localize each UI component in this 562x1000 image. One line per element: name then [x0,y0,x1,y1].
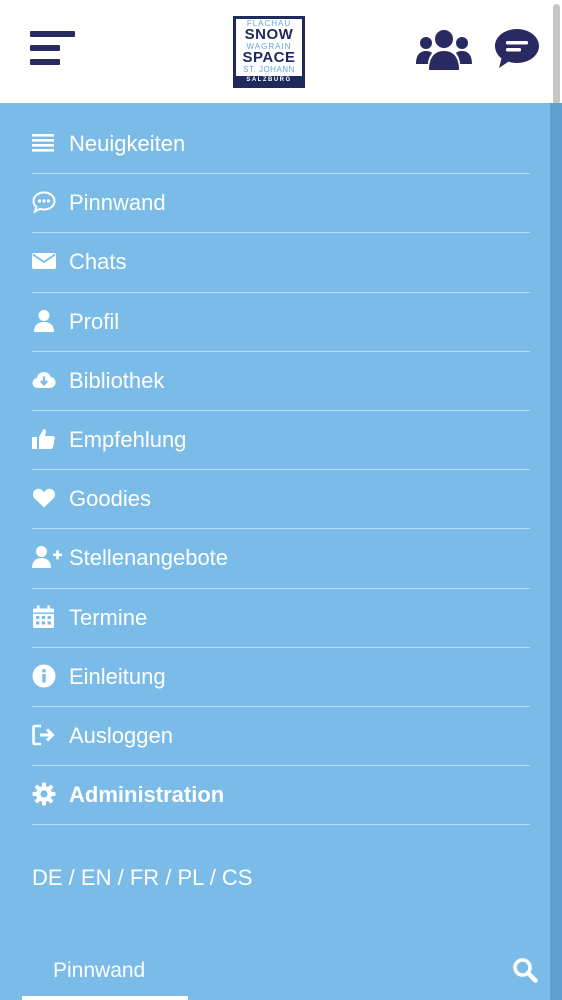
language-separator: / [203,865,222,890]
menu-item-bibliothek[interactable]: Bibliothek [32,352,530,411]
menu-item-label: Pinnwand [69,190,166,216]
menu-item-neuigkeiten[interactable]: Neuigkeiten [32,115,530,175]
language-separator: / [62,865,81,890]
menu-icon-line [30,59,60,65]
logo-line: SNOW [244,26,294,43]
menu-item-label: Einleitung [69,663,166,689]
logo-line: SALZBURG [236,76,302,85]
menu-item-label: Empfehlung [69,426,187,452]
users-icon[interactable] [416,28,472,70]
language-de[interactable]: DE [32,865,63,890]
language-cs[interactable]: CS [222,865,253,890]
envelope-icon [32,253,56,270]
menu-item-label: Bibliothek [69,367,165,393]
cloud-download-icon [32,371,56,388]
snow-space-logo[interactable]: FLACHAU SNOW WAGRAIN SPACE ST. JOHANN SA… [233,16,305,88]
menu-item-empfehlung[interactable]: Empfehlung [32,411,530,471]
scrollbar-track [550,103,562,1000]
menu-item-label: Ausloggen [69,722,173,748]
side-menu: Neuigkeiten Pinnwand Chats Profil Biblio… [32,115,530,826]
scrollbar-thumb[interactable] [553,4,560,104]
heart-icon [33,488,55,508]
language-switcher: DE / EN / FR / PL / CS [32,865,252,891]
menu-item-stellenangebote[interactable]: Stellenangebote [32,529,530,589]
menu-item-label: Neuigkeiten [69,131,186,156]
user-icon [34,309,54,332]
chat-icon[interactable] [494,28,540,70]
menu-item-chats[interactable]: Chats [32,233,530,293]
comment-dots-icon [32,191,56,214]
language-fr[interactable]: FR [130,865,159,890]
logo-line: ST. JOHANN [243,65,295,74]
menu-item-pinnwand[interactable]: Pinnwand [32,174,530,234]
menu-item-einleitung[interactable]: Einleitung [32,648,530,707]
tab-pinnwand[interactable]: Pinnwand [53,958,145,984]
user-plus-icon [32,546,62,569]
menu-item-label: Stellenangebote [69,545,229,571]
menu-icon-line [30,45,60,51]
menu-item-label: Goodies [69,486,151,512]
language-separator: / [159,865,178,890]
calendar-icon [33,605,54,628]
menu-item-label: Profil [69,308,120,334]
menu-icon-line [30,31,75,37]
menu-item-label: Chats [69,249,127,275]
info-icon [32,664,56,688]
menu-item-ausloggen[interactable]: Ausloggen [32,707,530,767]
menu-icon[interactable] [30,31,75,65]
gear-icon [32,782,56,806]
language-separator: / [111,865,130,890]
app-header: FLACHAU SNOW WAGRAIN SPACE ST. JOHANN SA… [0,0,562,103]
menu-item-label: Termine [69,604,148,630]
search-icon[interactable] [512,957,538,983]
sign-out-icon [32,724,55,746]
list-icon [32,134,54,152]
menu-item-administration[interactable]: Administration [32,766,530,826]
active-tab-indicator [22,996,188,1000]
menu-item-profil[interactable]: Profil [32,293,530,352]
menu-item-goodies[interactable]: Goodies [32,470,530,530]
menu-item-label: Administration [69,782,225,808]
logo-line: SPACE [242,49,296,66]
thumbs-up-icon [32,428,55,449]
language-en[interactable]: EN [81,865,112,890]
menu-item-termine[interactable]: Termine [32,589,530,648]
language-pl[interactable]: PL [177,865,203,890]
